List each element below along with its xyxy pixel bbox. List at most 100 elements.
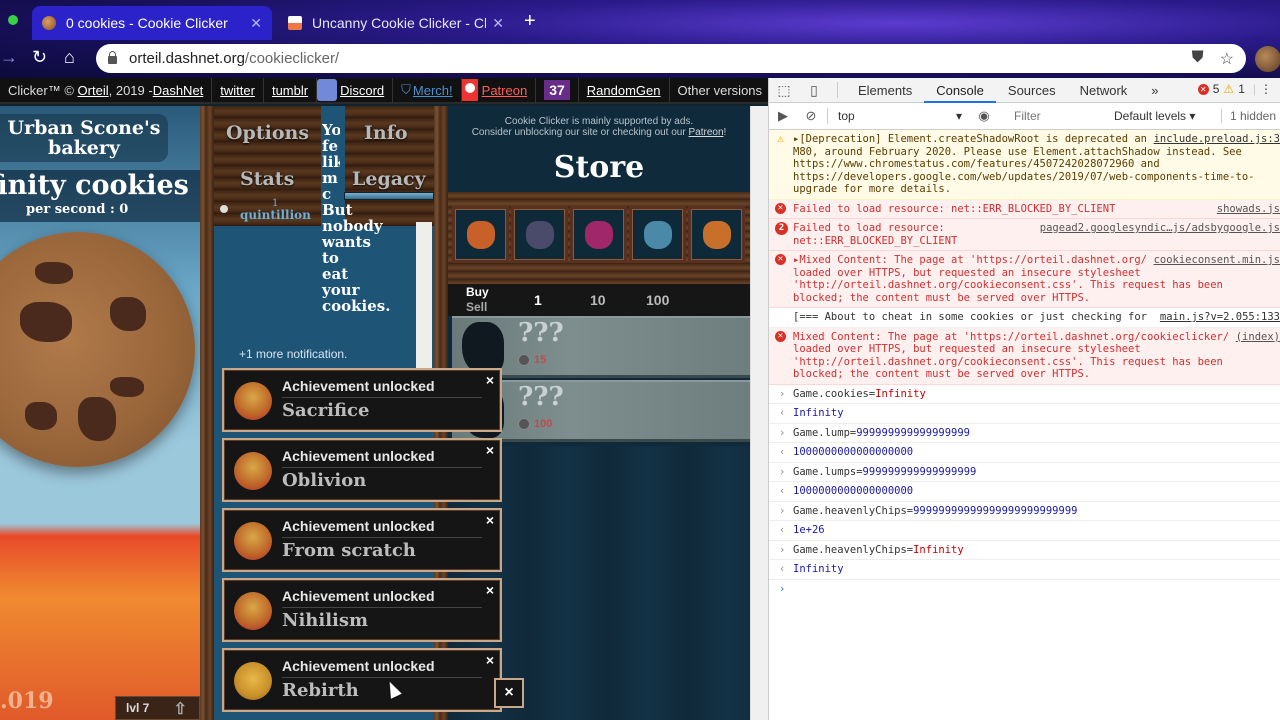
close-all-notifications-button[interactable]: × [494, 678, 524, 708]
input-value: 999999999999999999 [862, 465, 977, 478]
error-icon: ✕ [775, 330, 786, 342]
discord-link[interactable]: Discord [340, 83, 384, 98]
profile-avatar[interactable] [1255, 46, 1280, 72]
window-maximize-button[interactable] [8, 15, 18, 25]
achievement-notification: Achievement unlocked Sacrifice × [222, 368, 502, 432]
upgrade-slot[interactable] [629, 206, 686, 263]
author-link[interactable]: Orteil [78, 83, 109, 98]
bakery-name[interactable]: Urban Scone's bakery [0, 114, 168, 162]
product-name: ??? [518, 318, 564, 348]
output-chevron-icon: ‹ [779, 524, 786, 536]
upgrade-slot[interactable] [511, 206, 568, 263]
upgrade-slot[interactable] [570, 206, 627, 263]
url-host: orteil.dashnet.org [129, 50, 245, 67]
tab-network[interactable]: Network [1068, 78, 1140, 103]
log-levels-dropdown[interactable]: Default levels ▾ [1114, 109, 1195, 123]
amount-10[interactable]: 10 [590, 292, 606, 308]
tab-cookie-clicker[interactable]: 0 cookies - Cookie Clicker ✕ [32, 6, 272, 40]
amount-100[interactable]: 100 [646, 292, 669, 308]
sidebar-toggle-icon[interactable]: ▶ [769, 108, 797, 124]
options-button[interactable]: Options [226, 122, 309, 144]
console-commands: › Game.cookies=Infinity ‹ Infinity › Game.lum… [769, 385, 1280, 580]
tab-uncanny-cookie-clicker[interactable]: Uncanny Cookie Clicker - Chro ✕ [278, 6, 514, 40]
close-tab-icon[interactable]: ✕ [250, 15, 262, 32]
patreon-link[interactable]: Patreon [482, 83, 528, 98]
page-scrollbar[interactable] [750, 106, 768, 720]
console-output: ‹ Infinity [769, 404, 1280, 424]
source-link[interactable]: cookieconsent.min.js [1145, 254, 1280, 267]
kitten-upgrade-icon [526, 221, 554, 249]
notification-heading: Achievement unlocked [282, 658, 435, 674]
hidden-messages-count: 1 hidden [1220, 109, 1276, 123]
kebab-menu-icon[interactable]: ⋮ [1260, 82, 1272, 96]
cookies-per-second: per second : 0 [26, 202, 129, 217]
randomgen-link[interactable]: RandomGen [587, 83, 661, 98]
patreon-link[interactable]: Patreon [688, 127, 723, 138]
close-notification-button[interactable]: × [486, 652, 494, 668]
twitter-link[interactable]: twitter [220, 83, 255, 98]
console-prompt[interactable]: › [769, 580, 1280, 599]
device-toolbar-icon[interactable]: ▯ [799, 82, 829, 99]
patreon-icon [461, 79, 478, 101]
upgrade-arrow-icon: ⇧ [173, 701, 187, 718]
close-notification-button[interactable]: × [486, 512, 494, 528]
close-notification-button[interactable]: × [486, 582, 494, 598]
heralds-badge[interactable]: 37 [544, 80, 570, 100]
amount-1[interactable]: 1 [534, 292, 542, 308]
home-icon[interactable]: ⌂ [64, 47, 75, 68]
output-value: 1e+26 [793, 524, 825, 536]
achievement-notification: Achievement unlocked Oblivion × [222, 438, 502, 502]
clear-console-icon[interactable]: ⊘ [797, 108, 825, 124]
tab-console[interactable]: Console [924, 78, 996, 103]
panel-gap [416, 222, 432, 372]
error-icon: ✕ [775, 254, 786, 265]
input-chevron-icon: › [779, 465, 786, 478]
cookie-cost-icon [518, 418, 530, 430]
forward-icon[interactable]: → [0, 47, 18, 68]
more-tabs-button[interactable]: » [1139, 78, 1170, 103]
inspect-element-icon[interactable]: ⬚ [769, 82, 799, 99]
tab-sources[interactable]: Sources [996, 78, 1068, 103]
tab-elements[interactable]: Elements [846, 78, 924, 103]
source-link[interactable]: (index) [1227, 330, 1280, 343]
reload-icon[interactable]: ↻ [32, 47, 47, 68]
upgrade-slot[interactable] [452, 206, 509, 263]
console-output: ‹ 1000000000000000000 [769, 443, 1280, 463]
source-link[interactable]: include.preload.js:3 [1145, 133, 1280, 146]
divider [282, 467, 482, 468]
other-versions-button[interactable]: Other versions [670, 78, 769, 103]
bookmark-star-icon[interactable]: ☆ [1220, 49, 1234, 69]
stats-button[interactable]: Stats [240, 168, 294, 190]
source-link[interactable]: showads.js [1208, 202, 1280, 215]
big-cookie[interactable] [0, 232, 195, 467]
input-value: 999999999999999999 [856, 426, 971, 439]
cost-value: 15 [534, 354, 547, 366]
context-selector[interactable]: top ▾ [830, 109, 970, 123]
notification-heading: Achievement unlocked [282, 448, 435, 464]
console-input: › Game.cookies=Infinity [769, 385, 1280, 404]
cookie-count: finity cookies [0, 170, 189, 201]
close-tab-icon[interactable]: ✕ [492, 15, 504, 32]
upgrade-slot[interactable] [688, 206, 745, 263]
sell-toggle[interactable]: Sell [466, 300, 487, 314]
live-expression-eye-icon[interactable]: ◉ [970, 108, 998, 124]
merch-link[interactable]: Merch! [413, 83, 453, 98]
source-link[interactable]: pagead2.googlesyndic…js/adsbygoogle.js [1031, 222, 1280, 235]
kitten-upgrade-icon [703, 221, 731, 249]
store-title: Store [553, 150, 645, 185]
achievement-name: Oblivion [282, 470, 367, 491]
tumblr-link[interactable]: tumblr [272, 83, 308, 98]
source-link[interactable]: main.js?v=2.055:133 [1151, 311, 1280, 324]
buy-toggle[interactable]: Buy [466, 285, 489, 299]
address-bar[interactable]: orteil.dashnet.org /cookieclicker/ ⛊ ☆ [96, 44, 1246, 73]
close-notification-button[interactable]: × [486, 442, 494, 458]
cursor-silhouette-icon [462, 322, 504, 374]
issue-counts[interactable]: ✕ 5 ⚠ 1 | ⋮ [1197, 82, 1272, 96]
adblock-icon[interactable]: ⛊ [1192, 49, 1204, 69]
close-notification-button[interactable]: × [486, 372, 494, 388]
new-tab-button[interactable]: + [524, 10, 536, 33]
ad-end: ! [723, 127, 727, 138]
sugar-lump-level[interactable]: lvl 7 ⇧ [115, 696, 200, 720]
dashnet-link[interactable]: DashNet [153, 83, 204, 98]
console-filter-input[interactable] [1008, 106, 1108, 126]
